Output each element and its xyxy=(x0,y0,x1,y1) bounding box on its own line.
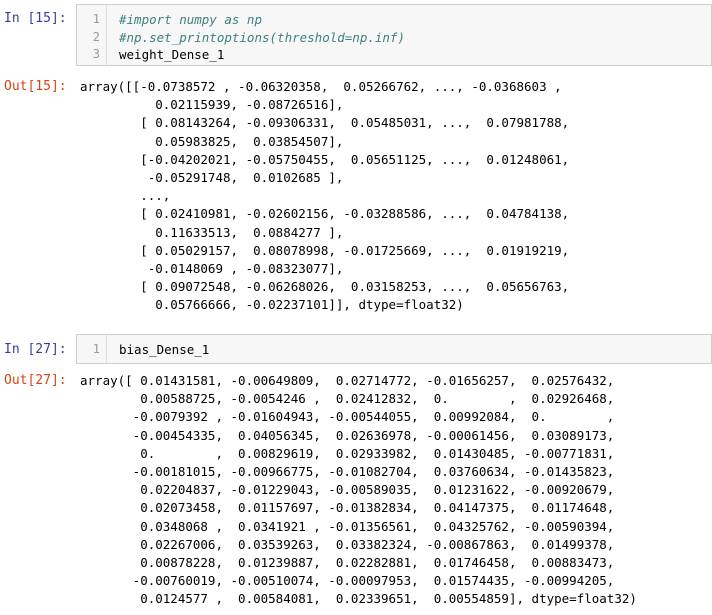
code-lines[interactable]: #import numpy as np #np.set_printoptions… xyxy=(119,5,707,64)
output-line: 0.02204837, -0.01229043, -0.00589035, 0.… xyxy=(80,482,615,498)
output-prompt: Out[27]: xyxy=(4,373,67,388)
output-prompt: Out[15]: xyxy=(4,79,67,94)
output-line: 0. , 0.00829619, 0.02933982, 0.01430485,… xyxy=(80,445,615,461)
output-line: [ 0.02410981, -0.02602156, -0.03288586, … xyxy=(80,206,570,222)
output-area: array([ 0.01431581, -0.00649809, 0.02714… xyxy=(80,372,708,608)
output-line: 0.02267006, 0.03539263, 0.03382324, -0.0… xyxy=(80,536,615,552)
output-line: array([[-0.0738572 , -0.06320358, 0.0526… xyxy=(80,79,562,94)
output-line: 0.0348068 , 0.0341921 , -0.01356561, 0.0… xyxy=(80,518,615,534)
code-line[interactable]: #import numpy as np xyxy=(119,11,707,29)
code-line[interactable]: bias_Dense_1 xyxy=(119,341,707,359)
output-line: -0.00760019, -0.00510074, -0.00097953, 0… xyxy=(80,573,615,589)
line-numbers: 1 2 3 xyxy=(77,5,107,65)
output-line: 0.00588725, -0.0054246 , 0.02412832, 0. … xyxy=(80,391,615,407)
line-number: 1 xyxy=(92,342,100,356)
code-editor[interactable]: 1 bias_Dense_1 xyxy=(76,334,712,364)
line-number: 2 xyxy=(92,29,100,44)
line-number: 3 xyxy=(92,47,100,61)
input-prompt: In [27]: xyxy=(4,342,67,357)
input-prompt: In [15]: xyxy=(4,11,67,26)
code-editor[interactable]: 1 2 3 #import numpy as np #np.set_printo… xyxy=(76,4,712,66)
output-line: 0.05766666, -0.02237101]], dtype=float32… xyxy=(80,297,464,313)
output-line: -0.0148069 , -0.08323077], xyxy=(80,260,344,276)
output-line: -0.0079392 , -0.01604943, -0.00544055, 0… xyxy=(80,409,615,425)
output-line: array([ 0.01431581, -0.00649809, 0.02714… xyxy=(80,373,615,388)
output-line: ..., xyxy=(80,188,171,204)
code-lines[interactable]: bias_Dense_1 xyxy=(119,335,707,359)
output-line: [ 0.05029157, 0.08078998, -0.01725669, .… xyxy=(80,242,570,258)
line-number: 1 xyxy=(92,12,100,26)
output-area: array([[-0.0738572 , -0.06320358, 0.0526… xyxy=(80,78,708,314)
code-line[interactable]: #np.set_printoptions(threshold=np.inf) xyxy=(119,29,707,47)
output-line: [ 0.08143264, -0.09306331, 0.05485031, .… xyxy=(80,115,570,131)
line-numbers: 1 xyxy=(77,335,107,363)
output-line: [-0.04202021, -0.05750455, 0.05651125, .… xyxy=(80,151,570,167)
output-line: 0.00878228, 0.01239887, 0.02282881, 0.01… xyxy=(80,554,615,570)
output-line: 0.11633513, 0.0884277 ], xyxy=(80,224,344,240)
code-line[interactable]: weight_Dense_1 xyxy=(119,46,707,64)
output-line: -0.00181015, -0.00966775, -0.01082704, 0… xyxy=(80,463,615,479)
output-line: 0.0124577 , 0.00584081, 0.02339651, 0.00… xyxy=(80,591,637,607)
output-line: -0.00454335, 0.04056345, 0.02636978, -0.… xyxy=(80,427,615,443)
output-line: 0.05983825, 0.03854507], xyxy=(80,133,344,149)
output-line: [ 0.09072548, -0.06268026, 0.03158253, .… xyxy=(80,279,570,295)
output-line: -0.05291748, 0.0102685 ], xyxy=(80,169,344,185)
output-line: 0.02115939, -0.08726516], xyxy=(80,97,344,113)
output-line: 0.02073458, 0.01157697, -0.01382834, 0.0… xyxy=(80,500,615,516)
